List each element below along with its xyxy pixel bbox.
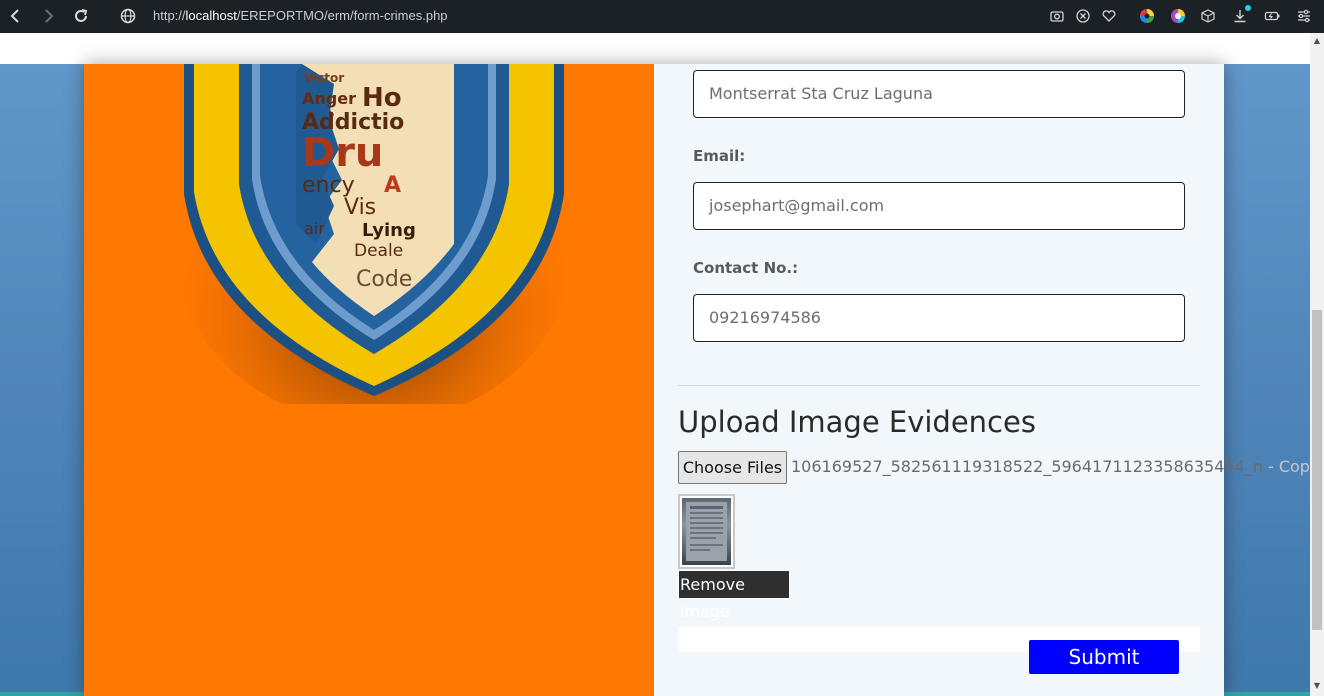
emblem-word-a: A	[384, 173, 401, 198]
download-badge	[1245, 5, 1251, 11]
emblem-word-drug: Dru	[302, 130, 383, 176]
page-header-strip	[0, 33, 1324, 64]
emblem-word-ho: Ho	[362, 83, 402, 113]
police-badge-emblem: Victor Anger Ho Addictio Dru ency A Vis …	[174, 64, 574, 424]
url-prefix: http://	[153, 8, 186, 23]
color-wheel-icon[interactable]	[1139, 8, 1155, 24]
battery-saver-icon[interactable]	[1264, 8, 1280, 24]
block-icon[interactable]	[1075, 8, 1091, 24]
url-host: localhost	[185, 8, 237, 23]
camera-icon[interactable]	[1049, 8, 1065, 24]
email-field[interactable]: josephart@gmail.com	[693, 182, 1185, 230]
emblem-word-anger: Anger	[302, 89, 356, 108]
email-label: Email:	[693, 147, 746, 165]
back-icon[interactable]	[7, 7, 25, 25]
forward-icon[interactable]	[39, 7, 57, 25]
reload-icon[interactable]	[72, 7, 90, 25]
emblem-word-air: air	[304, 219, 325, 238]
scroll-up-icon[interactable]: ▲	[1312, 35, 1322, 47]
remove-image-button[interactable]: Remove image	[678, 570, 790, 621]
file-name-main: 106169527_582561119318522_59641711233586…	[791, 457, 1263, 476]
address-field[interactable]: Montserrat Sta Cruz Laguna	[693, 70, 1185, 118]
emblem-word-dealer: Deale	[354, 241, 403, 261]
contact-label: Contact No.:	[693, 259, 799, 277]
document-image	[682, 498, 731, 565]
selected-file-name: 106169527_582561119318522_59641711233586…	[791, 457, 1324, 476]
contact-field[interactable]: 09216974586	[693, 294, 1185, 342]
settings-menu-icon[interactable]	[1296, 8, 1312, 24]
emblem-word-vis: Vis	[344, 195, 376, 220]
scroll-down-icon[interactable]: ▼	[1312, 680, 1322, 692]
url-path: /EREPORTMO/erm/form-crimes.php	[236, 8, 448, 23]
scrollbar-thumb[interactable]	[1312, 310, 1322, 630]
page-scrollbar[interactable]: ▲ ▼	[1310, 33, 1324, 696]
left-image-panel: Victor Anger Ho Addictio Dru ency A Vis …	[84, 64, 654, 696]
emblem-word-victor: Victor	[304, 71, 344, 85]
emblem-word-lying: Lying	[362, 220, 416, 241]
address-bar[interactable]: http://localhost/EREPORTMO/erm/form-crim…	[153, 8, 448, 23]
form-panel: Montserrat Sta Cruz Laguna Email: joseph…	[654, 64, 1324, 696]
submit-button[interactable]: Submit	[1029, 640, 1179, 674]
upload-section-title: Upload Image Evidences	[678, 405, 1036, 439]
heart-icon[interactable]	[1101, 8, 1117, 24]
form-card: Victor Anger Ho Addictio Dru ency A Vis …	[84, 64, 1324, 696]
choose-files-button[interactable]: Choose Files	[678, 451, 787, 484]
evidence-thumbnail[interactable]	[678, 494, 735, 569]
section-divider	[678, 385, 1200, 386]
emblem-word-code: Code	[356, 267, 412, 292]
browser-toolbar: http://localhost/EREPORTMO/erm/form-crim…	[0, 0, 1324, 33]
site-info-icon[interactable]	[119, 7, 137, 25]
cube-icon[interactable]	[1200, 8, 1216, 24]
palette-icon[interactable]	[1170, 8, 1186, 24]
